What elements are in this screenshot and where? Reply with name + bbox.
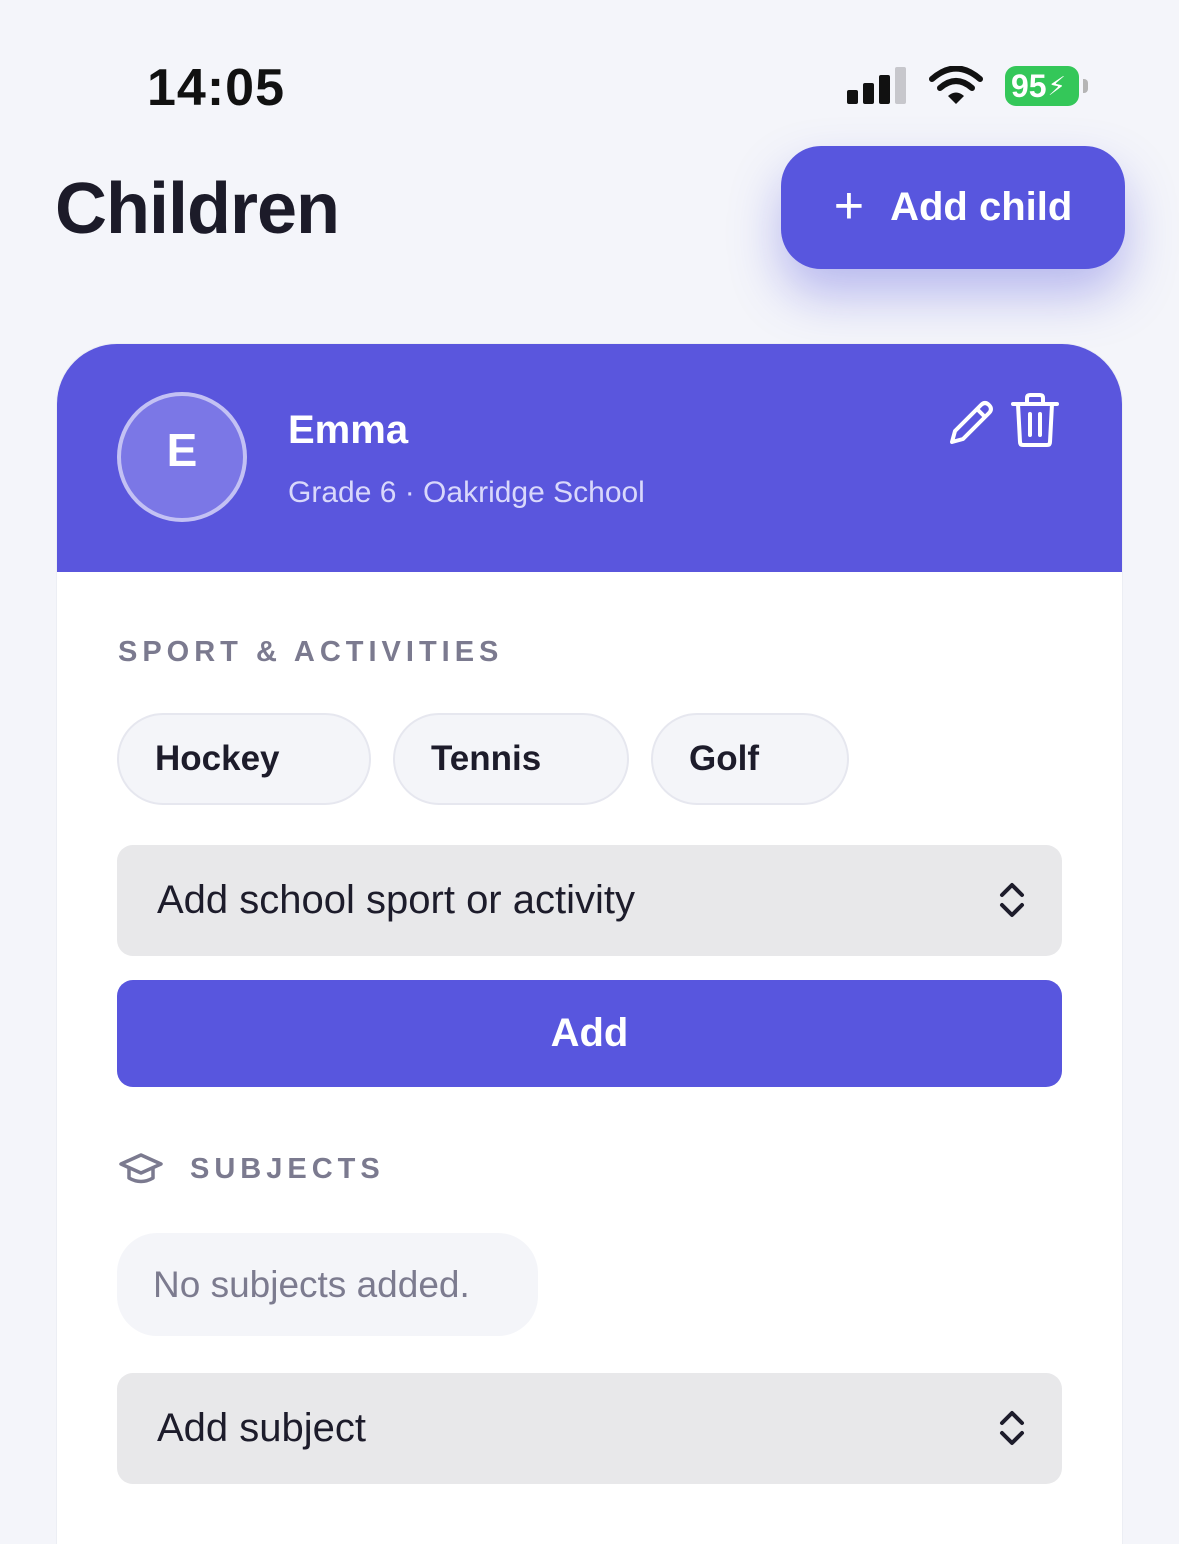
- subjects-heading: SUBJECTS: [190, 1152, 385, 1185]
- subjects-heading-row: SUBJECTS: [118, 1152, 385, 1186]
- battery-level: 95: [1011, 67, 1047, 104]
- chevron-up-down-icon: [1000, 883, 1024, 917]
- chevron-up-down-icon: [1000, 1411, 1024, 1445]
- graduation-cap-icon: [119, 1153, 163, 1184]
- sport-chip[interactable]: Hockey: [117, 713, 371, 805]
- sport-activities-heading: SPORT & ACTIVITIES: [118, 636, 504, 668]
- subjects-empty-note: No subjects added.: [117, 1233, 538, 1336]
- sport-chip[interactable]: Tennis: [393, 713, 629, 805]
- sport-select-placeholder: Add school sport or activity: [157, 878, 635, 922]
- subject-select[interactable]: Add subject: [117, 1373, 1062, 1484]
- page-title: Children: [55, 169, 340, 249]
- child-meta: Grade 6 · Oakridge School: [288, 476, 645, 509]
- battery-charging-icon: 95 ⚡: [1005, 66, 1088, 106]
- sport-chip[interactable]: Golf: [651, 713, 849, 805]
- sport-chips: Hockey Tennis Golf: [117, 713, 849, 805]
- child-card: E Emma Grade 6 · Oakridge School SPORT &…: [57, 344, 1122, 1544]
- child-card-header: E Emma Grade 6 · Oakridge School: [57, 344, 1122, 572]
- sport-select[interactable]: Add school sport or activity: [117, 845, 1062, 956]
- child-name: Emma: [288, 408, 409, 452]
- cellular-signal-icon: [847, 67, 906, 104]
- status-time: 14:05: [147, 59, 285, 117]
- add-child-label: Add child: [890, 185, 1073, 229]
- plus-icon: +: [833, 176, 865, 235]
- pencil-icon[interactable]: [944, 396, 998, 450]
- avatar: E: [117, 392, 247, 522]
- add-child-button[interactable]: + Add child: [781, 146, 1125, 269]
- subject-select-placeholder: Add subject: [157, 1406, 367, 1450]
- bolt-icon: ⚡: [1047, 70, 1066, 101]
- wifi-icon: [929, 66, 983, 104]
- status-icons: 95 ⚡: [847, 66, 1088, 106]
- add-sport-button[interactable]: Add: [117, 980, 1062, 1087]
- trash-icon[interactable]: [1009, 392, 1061, 448]
